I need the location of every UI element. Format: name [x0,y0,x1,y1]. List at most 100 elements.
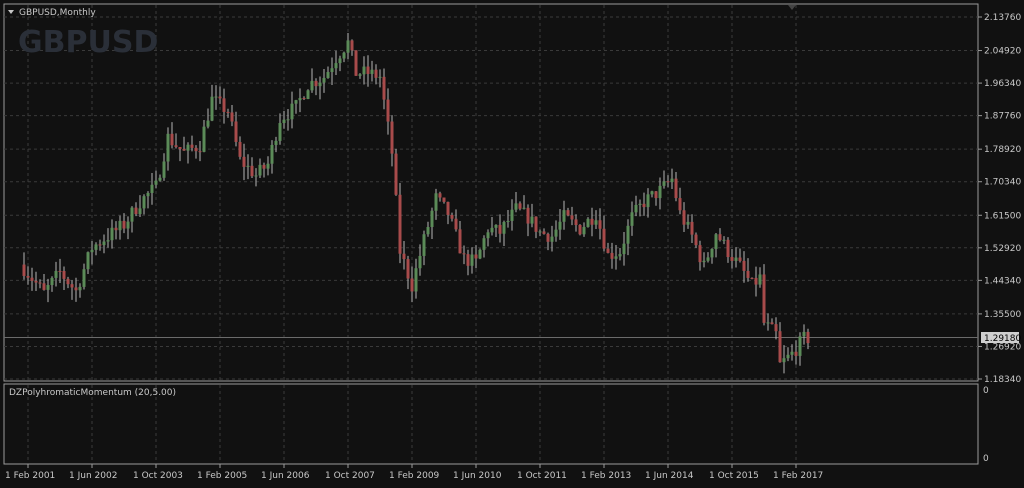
candle-body [438,193,442,198]
main-panel[interactable] [3,3,979,382]
candle-body [578,225,582,235]
candle-body [774,324,778,332]
candle-body [470,254,474,266]
candle-body [266,163,270,169]
candle-body [458,229,462,254]
candle-body [246,165,250,167]
candle-body [698,245,702,263]
time-tick-label: 1 Feb 2001 [5,471,55,481]
candle-body [398,194,402,254]
candle-body [450,214,454,219]
candle-body [446,201,450,215]
candle-body [370,69,374,74]
candle-body [26,275,30,278]
time-tick-label: 1 Jun 2010 [453,471,502,481]
candle-body [514,203,518,210]
candle-body [790,351,794,355]
time-tick-label: 1 Oct 2007 [325,471,375,481]
candle-body [178,146,182,150]
candle-body [46,285,50,290]
candle-body [662,181,666,186]
candle-body [490,227,494,233]
candle-body [482,238,486,250]
candle-body [706,257,710,261]
candle-body [342,52,346,59]
candle-body [694,234,698,246]
candle-body [722,239,726,241]
candle-body [310,80,314,91]
candle-body [302,98,306,100]
candle-body [654,191,658,199]
candle-body [410,278,414,292]
candle-body [146,192,150,197]
candle-body [786,354,790,359]
candle-body [542,231,546,234]
candle-body [574,219,578,226]
candle-body [326,72,330,78]
time-tick-label: 1 Jun 2002 [69,471,117,481]
price-tick-label: 1.61500 [984,211,1021,221]
candle-body [570,215,574,220]
candle-body [294,100,298,104]
candle-body [506,220,510,223]
candle-body [214,96,218,98]
candle-body [290,103,294,120]
candle-body [794,351,798,356]
candle-body [226,111,230,113]
candle-body [474,254,478,259]
candle-body [134,207,138,215]
candle-body [54,270,58,278]
candle-body [738,257,742,261]
candle-body [538,231,542,233]
candle-body [150,184,154,193]
candle-body [166,133,170,162]
price-tick-label: 2.13760 [984,13,1021,23]
candle-body [262,164,266,169]
candle-body [394,153,398,195]
candle-body [414,268,418,292]
candle-body [714,234,718,249]
candle-body [322,77,326,83]
candle-body [258,164,262,176]
candle-body [598,220,602,229]
candle-body [650,191,654,195]
candle-body [498,224,502,234]
price-tick-label: 1.78920 [984,145,1021,155]
candle-body [122,220,126,229]
candle-body [174,145,178,147]
candle-body [550,236,554,242]
candle-body [338,58,342,64]
candle-body [746,270,750,278]
candle-body [382,76,386,100]
candle-body [702,260,706,263]
candle-body [526,207,530,224]
time-tick-label: 1 Oct 2015 [709,471,759,481]
candle-body [594,220,598,225]
candle-body [102,241,106,246]
candle-body [390,121,394,154]
candle-body [730,257,734,261]
candle-body [202,126,206,152]
candle-body [270,144,274,164]
candle-body [530,216,534,224]
time-tick-label: 1 Feb 2017 [773,471,823,481]
candle-body [286,119,290,121]
candle-body [518,203,522,209]
candle-body [318,82,322,87]
candle-body [670,178,674,183]
candle-body [62,270,66,279]
candle-body [106,240,110,242]
price-tick-label: 1.52920 [984,244,1021,254]
time-tick-label: 1 Feb 2013 [581,471,631,481]
candle-body [254,175,258,177]
candle-body [374,69,378,78]
candle-body [22,264,26,276]
candle-body [658,185,662,199]
candle-body [278,123,282,141]
candle-body [686,221,690,225]
candle-body [98,244,102,246]
candle-body [462,253,466,255]
candle-body [466,254,470,266]
price-tick-label: 1.87760 [984,112,1021,122]
candle-body [314,80,318,87]
